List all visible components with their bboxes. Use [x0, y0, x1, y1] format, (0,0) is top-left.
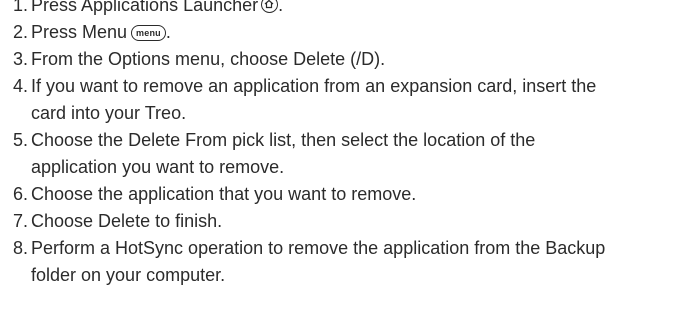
step-text: From the Options menu, choose Delete (/D… [31, 49, 386, 69]
step-number: 3. [12, 49, 28, 69]
step-number: 4. [12, 76, 28, 96]
step-text-line-2: folder on your computer. [31, 265, 226, 285]
step-number: 6. [12, 184, 28, 204]
step-number: 8. [12, 238, 28, 258]
step-text: Press Menu [31, 22, 128, 42]
step-text-line-1: Choose the Delete From pick list, then s… [31, 130, 536, 150]
step-text: Choose the application that you want to … [31, 184, 417, 204]
home-button-icon [261, 0, 279, 13]
step-text: Press Applications Launcher [31, 0, 259, 15]
step-number: 5. [12, 130, 28, 150]
menu-key-icon: menu [131, 25, 166, 41]
step-text-line-2: card into your Treo. [31, 103, 187, 123]
step-number: 2. [12, 22, 28, 42]
step-number: 1. [12, 0, 28, 15]
step-text-line-2: application you want to remove. [31, 157, 285, 177]
step-text-line-1: If you want to remove an application fro… [31, 76, 597, 96]
step-text: Choose Delete to finish. [31, 211, 223, 231]
step-number: 7. [12, 211, 28, 231]
step-text-line-1: Perform a HotSync operation to remove th… [31, 238, 606, 258]
